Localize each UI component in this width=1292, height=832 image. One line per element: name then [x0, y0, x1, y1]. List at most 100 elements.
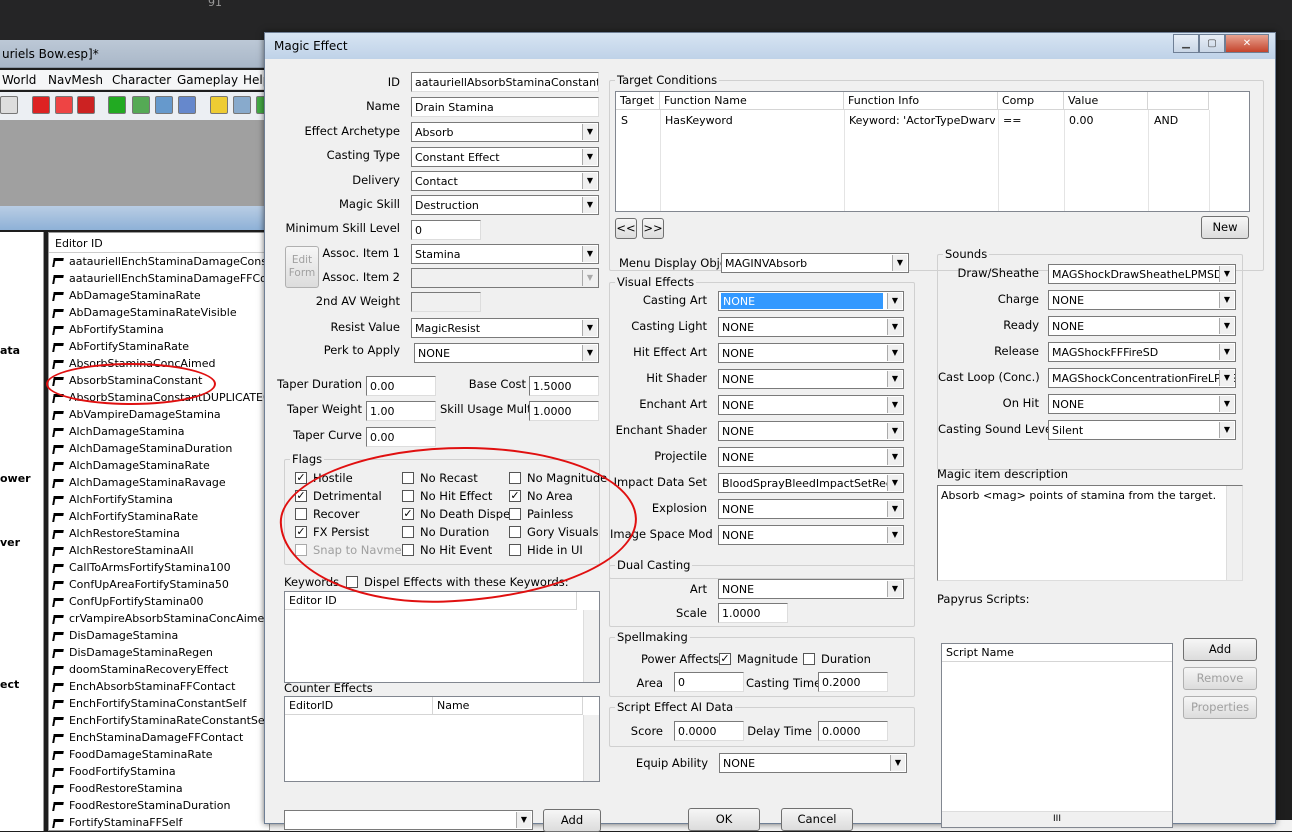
equip-ability-select[interactable]: NONE ▼ [719, 753, 907, 773]
maximize-icon[interactable]: ▢ [1199, 34, 1225, 53]
chevron-down-icon[interactable]: ▼ [887, 319, 902, 335]
dual-scale-field[interactable]: 1.0000 [718, 603, 788, 623]
list-item[interactable]: AlchFortifyStamina [49, 491, 269, 508]
list-item[interactable]: FoodDamageStaminaRate [49, 746, 269, 763]
chevron-down-icon[interactable]: ▼ [1219, 266, 1234, 282]
counter-editorid-header[interactable]: EditorID [285, 697, 433, 715]
editor-id-list[interactable]: Editor ID aatauriellEnchStaminaDamageCon… [48, 232, 270, 831]
area-field[interactable]: 0 [674, 672, 744, 692]
list-item[interactable]: FoodRestoreStaminaDuration [49, 797, 269, 814]
chevron-down-icon[interactable]: ▼ [887, 397, 902, 413]
creature-icon[interactable] [77, 96, 95, 114]
list-item[interactable]: DisDamageStamina [49, 627, 269, 644]
comp-header[interactable]: Comp [998, 92, 1064, 110]
list-item[interactable]: aatauriellEnchStaminaDamageConstant [49, 253, 269, 270]
chevron-down-icon[interactable]: ▼ [1219, 318, 1234, 334]
description-scrollbar[interactable] [1226, 486, 1242, 580]
visual-effect-select[interactable]: NONE ▼ [718, 395, 904, 415]
list-item[interactable]: crVampireAbsorbStaminaConcAimed [49, 610, 269, 627]
assoc-item2-select[interactable]: ▼ [411, 268, 599, 288]
cancel-button[interactable]: Cancel [781, 808, 853, 831]
next-condition-button[interactable]: >> [642, 218, 664, 239]
list-item[interactable]: FoodRestoreStamina [49, 780, 269, 797]
script-name-header[interactable]: Script Name [942, 644, 1172, 662]
visual-effect-select[interactable]: NONE ▼ [718, 421, 904, 441]
keywords-scrollbar[interactable] [583, 610, 599, 682]
delay-time-field[interactable]: 0.0000 [818, 721, 888, 741]
delivery-select[interactable]: Contact ▼ [411, 171, 599, 191]
casting-type-select[interactable]: Constant Effect ▼ [411, 147, 599, 167]
checkbox-box[interactable]: ✓ [295, 471, 307, 484]
sound-select[interactable]: MAGShockFFFireSD ▼ [1048, 342, 1236, 362]
list-item[interactable]: AbVampireDamageStamina [49, 406, 269, 423]
list-item[interactable]: doomStaminaRecoveryEffect [49, 661, 269, 678]
magic-skill-select[interactable]: Destruction ▼ [411, 195, 599, 215]
chevron-down-icon[interactable]: ▼ [1219, 292, 1234, 308]
condition-function-info[interactable]: Keyword: 'ActorTypeDwarv... [849, 114, 995, 127]
chevron-down-icon[interactable]: ▼ [582, 197, 597, 213]
chevron-down-icon[interactable]: ▼ [582, 320, 597, 336]
chevron-down-icon[interactable]: ▼ [1219, 344, 1234, 360]
list-item[interactable]: AlchDamageStaminaDuration [49, 440, 269, 457]
visual-effect-select[interactable]: NONE ▼ [718, 317, 904, 337]
skill-usage-mult-field[interactable]: 1.0000 [529, 401, 599, 421]
list-item[interactable]: AbDamageStaminaRateVisible [49, 304, 269, 321]
chevron-down-icon[interactable]: ▼ [1219, 396, 1234, 412]
chevron-down-icon[interactable]: ▼ [892, 255, 907, 271]
landscape-icon[interactable] [132, 96, 150, 114]
new-condition-button[interactable]: New [1201, 216, 1249, 239]
menu-navmesh[interactable]: NavMesh [48, 73, 103, 87]
chevron-down-icon[interactable]: ▼ [582, 270, 597, 286]
condition-target[interactable]: S [621, 114, 628, 127]
light-icon[interactable] [210, 96, 228, 114]
list-item[interactable]: AbDamageStaminaRate [49, 287, 269, 304]
list-item[interactable]: AbFortifyStaminaRate [49, 338, 269, 355]
ok-button[interactable]: OK [688, 808, 760, 831]
list-item[interactable]: DisDamageStaminaRegen [49, 644, 269, 661]
score-field[interactable]: 0.0000 [674, 721, 744, 741]
list-item[interactable]: AbFortifyStamina [49, 321, 269, 338]
visual-effect-select[interactable]: BloodSprayBleedImpactSetRed ▼ [718, 473, 904, 493]
chevron-down-icon[interactable]: ▼ [516, 812, 531, 828]
id-field[interactable]: aatauriellAbsorbStaminaConstant [411, 72, 599, 92]
chevron-down-icon[interactable]: ▼ [890, 755, 905, 771]
sound-select[interactable]: Silent ▼ [1048, 420, 1236, 440]
counter-effect-select[interactable]: ▼ [284, 810, 533, 830]
base-cost-field[interactable]: 1.5000 [529, 376, 599, 396]
close-icon[interactable]: ✕ [1225, 34, 1269, 53]
sky-icon[interactable] [233, 96, 251, 114]
list-item[interactable]: ConfUpAreaFortifyStamina50 [49, 576, 269, 593]
list-item[interactable]: CallToArmsFortifyStamina100 [49, 559, 269, 576]
taper-weight-field[interactable]: 1.00 [366, 401, 436, 421]
chevron-down-icon[interactable]: ▼ [582, 246, 597, 262]
visual-effect-select[interactable]: NONE ▼ [718, 369, 904, 389]
menu-gameplay[interactable]: Gameplay [177, 73, 238, 87]
condition-value[interactable]: 0.00 [1069, 114, 1094, 127]
dialog-titlebar[interactable]: Magic Effect ▁ ▢ ✕ [265, 33, 1275, 59]
menu-character[interactable]: Character [112, 73, 171, 87]
list-item[interactable]: AlchFortifyStaminaRate [49, 508, 269, 525]
visual-effect-select[interactable]: NONE ▼ [718, 499, 904, 519]
min-skill-field[interactable]: 0 [411, 220, 481, 240]
list-item[interactable]: aatauriellEnchStaminaDamageFFContact [49, 270, 269, 287]
sound-select[interactable]: MAGShockDrawSheatheLPMSD ▼ [1048, 264, 1236, 284]
value-header[interactable]: Value [1064, 92, 1148, 110]
chevron-down-icon[interactable]: ▼ [887, 581, 902, 597]
name-field[interactable]: Drain Stamina [411, 97, 599, 117]
condition-function-name[interactable]: HasKeyword [665, 114, 733, 127]
chevron-down-icon[interactable]: ▼ [582, 173, 597, 189]
paint-icon[interactable] [55, 96, 73, 114]
checkbox-box[interactable]: ✓ [719, 652, 731, 665]
taper-curve-field[interactable]: 0.00 [366, 427, 436, 447]
casting-time-field[interactable]: 0.2000 [818, 672, 888, 692]
duration-checkbox[interactable]: Duration [803, 652, 871, 666]
visual-effect-select[interactable]: NONE ▼ [718, 525, 904, 545]
list-item[interactable]: FortifyStaminaFFSelf [49, 814, 269, 831]
chevron-down-icon[interactable]: ▼ [582, 345, 597, 361]
conditions-list[interactable]: Target Function Name Function Info Comp … [615, 91, 1250, 212]
papyrus-add-button[interactable]: Add [1183, 638, 1257, 661]
chevron-down-icon[interactable]: ▼ [582, 124, 597, 140]
target-header[interactable]: Target [616, 92, 660, 110]
visual-effect-select[interactable]: NONE ▼ [718, 291, 904, 311]
chevron-down-icon[interactable]: ▼ [1219, 370, 1234, 386]
